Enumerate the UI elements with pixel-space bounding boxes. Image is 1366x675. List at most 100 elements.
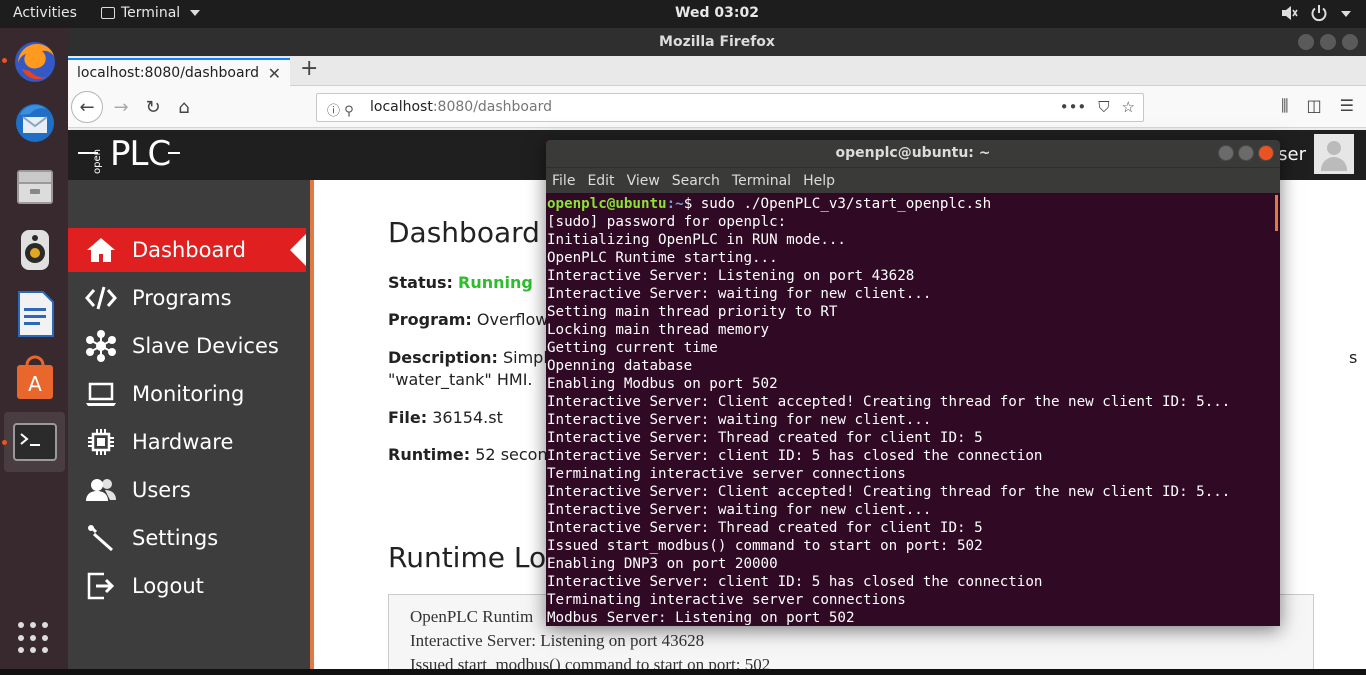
browser-tab[interactable]: localhost:8080/dashboard ✕ xyxy=(68,58,290,87)
files-dock-button[interactable] xyxy=(4,156,65,216)
library-icon[interactable]: ⫼ xyxy=(1281,96,1288,116)
url-bar[interactable]: ⓘ ⚲ localhost:8080/dashboard ••• ⛉ ☆ xyxy=(316,93,1144,122)
sidebar-item-dashboard[interactable]: Dashboard xyxy=(68,228,306,272)
sidebar-item-label: Slave Devices xyxy=(132,334,279,358)
firefox-titlebar[interactable]: Mozilla Firefox xyxy=(68,28,1366,56)
running-indicator xyxy=(2,440,7,445)
terminal-line: Interactive Server: waiting for new clie… xyxy=(547,412,932,428)
software-dock-button[interactable]: A xyxy=(4,348,65,408)
terminal-line: Interactive Server: waiting for new clie… xyxy=(547,286,932,302)
sidebar-icon[interactable]: ◫ xyxy=(1307,96,1322,116)
terminal-line: Modbus Server: Listening on port 502 xyxy=(547,610,855,626)
hamburger-menu-icon[interactable]: ☰ xyxy=(1340,96,1354,116)
user-menu[interactable]: ser xyxy=(1278,134,1354,174)
terminal-line: Interactive Server: waiting for new clie… xyxy=(547,502,932,518)
window-title: Mozilla Firefox xyxy=(659,34,775,50)
menu-view[interactable]: View xyxy=(627,168,660,193)
terminal-line: Interactive Server: Listening on port 43… xyxy=(547,268,915,284)
menu-edit[interactable]: Edit xyxy=(587,168,614,193)
menu-terminal[interactable]: Terminal xyxy=(732,168,791,193)
terminal-line: OpenPLC Runtime starting... xyxy=(547,250,778,266)
terminal-icon xyxy=(12,423,57,461)
show-applications-button[interactable] xyxy=(18,622,50,654)
close-tab-icon[interactable]: ✕ xyxy=(268,64,281,83)
sidebar-item-logout[interactable]: Logout xyxy=(68,564,306,608)
writer-dock-button[interactable] xyxy=(4,284,65,344)
menu-file[interactable]: File xyxy=(552,168,575,193)
minimize-button[interactable] xyxy=(1298,34,1314,50)
status-field: Status: Running xyxy=(388,273,533,292)
menu-help[interactable]: Help xyxy=(803,168,835,193)
sidebar-item-users[interactable]: Users xyxy=(68,468,306,512)
power-icon[interactable] xyxy=(1310,4,1328,22)
page-actions-icon[interactable]: ••• xyxy=(1060,98,1087,116)
forward-button[interactable]: → xyxy=(107,93,135,121)
sidebar-item-label: Users xyxy=(132,478,191,502)
program-field: Program: Overflow xyxy=(388,310,549,329)
bookmark-star-icon[interactable]: ☆ xyxy=(1122,98,1135,116)
terminal-titlebar[interactable]: openplc@ubuntu: ~ xyxy=(546,140,1280,167)
laptop-icon xyxy=(84,379,118,409)
system-tray[interactable] xyxy=(1280,4,1352,22)
openplc-sidebar: Dashboard Programs Slave Devices Monitor… xyxy=(68,180,314,675)
sidebar-item-slave-devices[interactable]: Slave Devices xyxy=(68,324,306,368)
sidebar-item-settings[interactable]: Settings xyxy=(68,516,306,560)
sidebar-item-monitoring[interactable]: Monitoring xyxy=(68,372,306,416)
sidebar-item-programs[interactable]: Programs xyxy=(68,276,306,320)
terminal-line: Terminating interactive server connectio… xyxy=(547,592,906,608)
home-icon xyxy=(84,235,118,265)
running-indicator xyxy=(2,58,7,63)
volume-muted-icon[interactable] xyxy=(1280,4,1298,22)
terminal-line: Initializing OpenPLC in RUN mode... xyxy=(547,232,846,248)
terminal-output[interactable]: openplc@ubuntu:~$ sudo ./OpenPLC_v3/star… xyxy=(546,193,1274,626)
avatar[interactable] xyxy=(1314,134,1354,174)
terminal-line: Interactive Server: Thread created for c… xyxy=(547,520,983,536)
terminal-scrollbar[interactable] xyxy=(1275,195,1278,231)
firefox-dock-button[interactable] xyxy=(4,32,65,92)
program-value: Overflow xyxy=(476,310,549,329)
files-icon xyxy=(16,170,53,204)
sidebar-item-hardware[interactable]: Hardware xyxy=(68,420,306,464)
dock: A xyxy=(0,28,68,675)
terminal-line: Interactive Server: Client accepted! Cre… xyxy=(547,394,1231,410)
terminal-line: Issued start_modbus() command to start o… xyxy=(547,538,983,554)
thunderbird-dock-button[interactable] xyxy=(4,92,65,152)
menu-search[interactable]: Search xyxy=(672,168,720,193)
minimize-button[interactable] xyxy=(1218,145,1234,161)
url-text[interactable]: localhost:8080/dashboard xyxy=(370,99,552,115)
pocket-icon[interactable]: ⛉ xyxy=(1098,98,1109,116)
code-icon xyxy=(84,283,118,313)
navigation-bar: ← → ↻ ⌂ ⓘ ⚲ localhost:8080/dashboard •••… xyxy=(68,86,1366,128)
terminal-dock-button[interactable] xyxy=(4,412,65,472)
terminal-title: openplc@ubuntu: ~ xyxy=(835,145,991,161)
sidebar-item-label: Dashboard xyxy=(132,238,246,262)
network-icon xyxy=(84,330,118,362)
terminal-line: Interactive Server: client ID: 5 has clo… xyxy=(547,448,1043,464)
sidebar-item-label: Settings xyxy=(132,526,219,550)
reload-button[interactable]: ↻ xyxy=(139,93,167,121)
close-button[interactable] xyxy=(1342,34,1358,50)
bottom-edge xyxy=(0,669,1366,675)
terminal-line: Locking main thread memory xyxy=(547,322,770,338)
site-info-icon[interactable]: ⓘ ⚲ xyxy=(327,100,354,119)
home-button[interactable]: ⌂ xyxy=(170,93,198,121)
chevron-down-icon[interactable] xyxy=(1340,4,1352,22)
terminal-line: Interactive Server: Client accepted! Cre… xyxy=(547,484,1231,500)
new-tab-button[interactable]: + xyxy=(300,56,318,81)
maximize-button[interactable] xyxy=(1320,34,1336,50)
terminal-window: openplc@ubuntu: ~ File Edit View Search … xyxy=(546,140,1280,626)
maximize-button[interactable] xyxy=(1238,145,1254,161)
clock[interactable]: Wed 03:02 xyxy=(0,5,1366,21)
rhythmbox-dock-button[interactable] xyxy=(4,220,65,280)
description-line2: "water_tank" HMI. xyxy=(388,370,533,389)
terminal-line: Openning database xyxy=(547,358,693,374)
sidebar-item-label: Hardware xyxy=(132,430,234,454)
sidebar-item-label: Programs xyxy=(132,286,232,310)
terminal-line: [sudo] password for openplc: xyxy=(547,214,787,230)
back-button[interactable]: ← xyxy=(71,91,103,123)
terminal-line: Enabling DNP3 on port 20000 xyxy=(547,556,778,572)
close-button[interactable] xyxy=(1258,145,1274,161)
terminal-line: Enabling Modbus on port 502 xyxy=(547,376,778,392)
runtime-logs-title: Runtime Lo xyxy=(388,541,547,574)
page-title: Dashboard xyxy=(388,216,540,249)
